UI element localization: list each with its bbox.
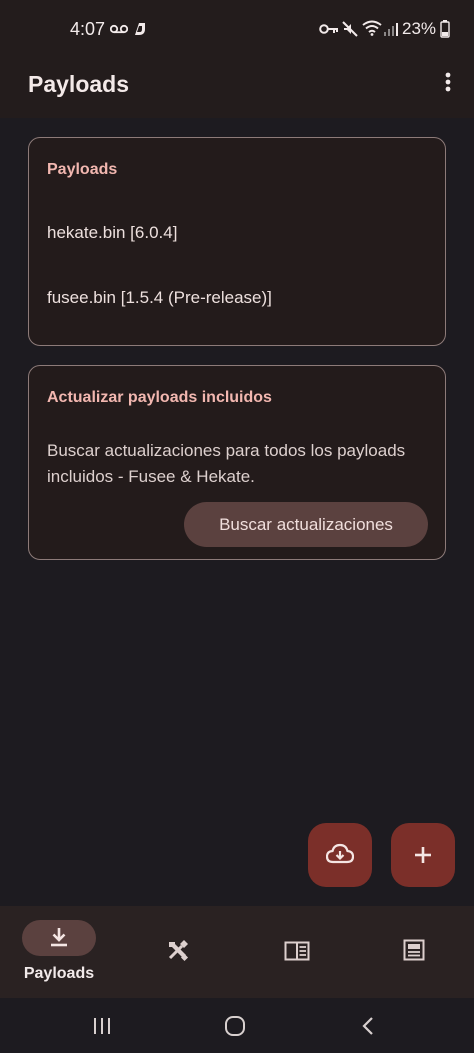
system-nav-bar — [0, 998, 474, 1053]
payloads-card-title: Payloads — [47, 161, 118, 178]
plus-icon — [415, 847, 431, 863]
payload-item[interactable]: fusee.bin [1.5.4 (Pre-release)] — [47, 288, 272, 308]
nav-item-payloads[interactable]: Payloads — [0, 906, 118, 998]
home-icon[interactable] — [224, 1015, 246, 1037]
update-card: Actualizar payloads incluidos Buscar act… — [28, 365, 446, 560]
wifi-icon — [362, 20, 382, 36]
nav-item-tools[interactable] — [118, 906, 236, 998]
download-payload-fab[interactable] — [308, 823, 372, 887]
status-bar: 4:07 23% — [0, 0, 474, 58]
update-card-title: Actualizar payloads incluidos — [47, 389, 272, 406]
check-updates-button[interactable]: Buscar actualizaciones — [184, 502, 428, 547]
app-d-icon — [135, 23, 145, 35]
article-icon — [403, 939, 425, 961]
add-payload-fab[interactable] — [391, 823, 455, 887]
tools-icon — [168, 940, 189, 962]
download-icon — [51, 928, 67, 947]
status-time: 4:07 — [70, 19, 106, 39]
nav-item-article[interactable] — [355, 906, 474, 998]
payloads-card: Payloads hekate.bin [6.0.4] fusee.bin [1… — [28, 137, 446, 346]
update-card-description: Buscar actualizaciones para todos los pa… — [47, 441, 406, 486]
nav-item-split[interactable] — [236, 906, 355, 998]
voicemail-icon — [110, 24, 128, 34]
nav-label-payloads: Payloads — [23, 965, 95, 982]
page-title: Payloads — [28, 71, 129, 97]
signal-icon — [384, 23, 398, 36]
mute-icon — [342, 21, 358, 37]
back-icon[interactable] — [360, 1016, 376, 1036]
cloud-download-icon — [326, 843, 354, 864]
split-view-icon — [284, 941, 310, 961]
battery-percent: 23% — [402, 19, 437, 38]
bottom-nav: Payloads — [0, 906, 474, 998]
key-icon — [319, 24, 338, 34]
battery-icon — [440, 20, 450, 38]
payload-item[interactable]: hekate.bin [6.0.4] — [47, 223, 177, 243]
more-vert-icon[interactable] — [438, 72, 458, 94]
recent-apps-icon[interactable] — [92, 1017, 112, 1035]
